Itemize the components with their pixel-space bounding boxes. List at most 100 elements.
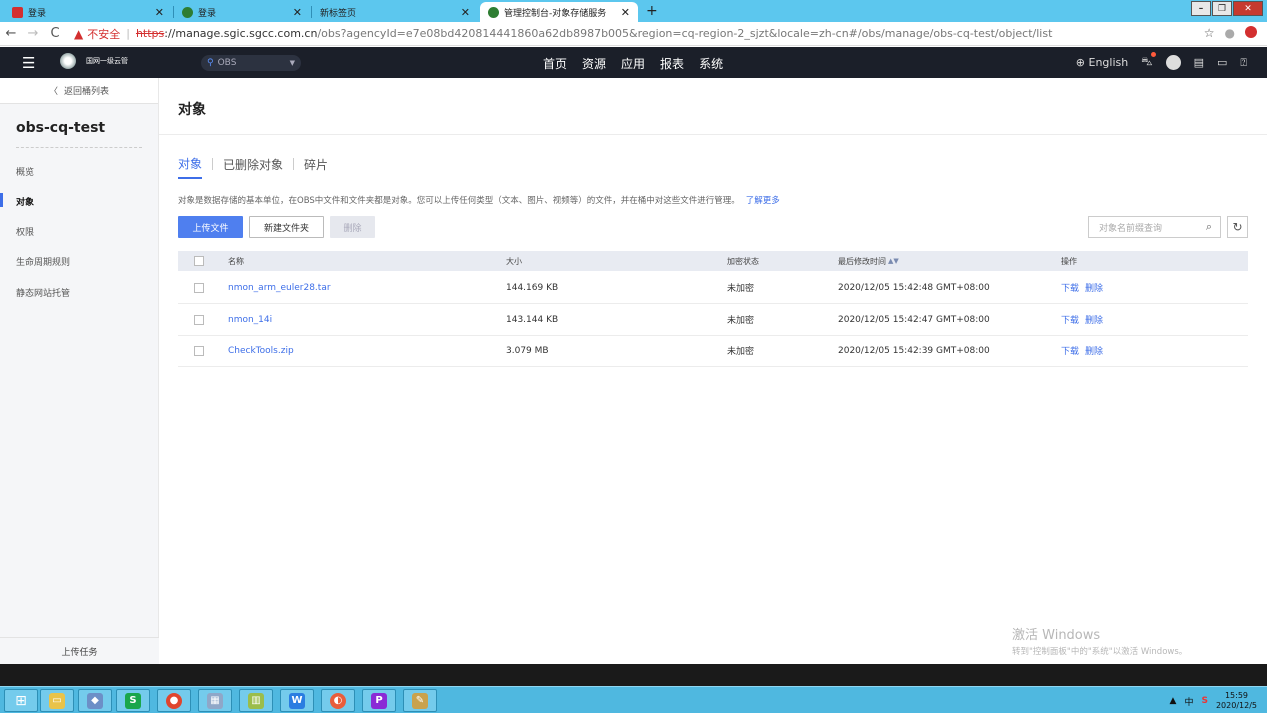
taskbar-app-2[interactable]: ◆ — [78, 689, 112, 712]
learn-more-link[interactable]: 了解更多 — [746, 196, 780, 206]
browser-tab-new[interactable]: 新标签页 ✕ — [312, 2, 478, 22]
extension-icon[interactable]: ● — [1225, 26, 1235, 40]
close-tab-icon[interactable]: ✕ — [293, 6, 302, 19]
sidebar-item-permissions[interactable]: 权限 — [16, 225, 34, 238]
search-icon[interactable]: ⌕ — [1206, 220, 1212, 234]
main-content: 对象 对象 已删除对象 碎片 对象是数据存储的基本单位，在OBS中文件和文件夹都… — [159, 78, 1267, 664]
page-title: 对象 — [178, 102, 206, 118]
browser-tab-login-1[interactable]: 登录 ✕ — [4, 2, 172, 22]
close-tab-icon[interactable]: ✕ — [621, 6, 630, 19]
taskbar-chrome[interactable]: ● — [157, 689, 191, 712]
menu-item-system[interactable]: 系统 — [699, 55, 723, 72]
globe-icon: ⊕ — [1075, 56, 1085, 69]
adblock-extension-icon[interactable] — [1245, 26, 1257, 38]
user-avatar-icon[interactable] — [1165, 55, 1181, 70]
bookmark-star-icon[interactable]: ☆ — [1204, 26, 1215, 40]
reload-icon[interactable]: C — [44, 26, 66, 41]
menu-item-home[interactable]: 首页 — [543, 55, 567, 72]
upload-task-button[interactable]: 上传任务 — [0, 637, 159, 664]
logo[interactable]: 国网一级云管 — [60, 53, 128, 69]
tab-fragments[interactable]: 碎片 — [304, 156, 328, 178]
sidebar-item-lifecycle[interactable]: 生命周期规则 — [16, 255, 70, 268]
close-tab-icon[interactable]: ✕ — [461, 6, 470, 19]
ime-indicator[interactable]: 中 — [1184, 695, 1193, 708]
menu-item-apps[interactable]: 应用 — [621, 55, 645, 72]
service-selector[interactable]: ⚲ OBS ▼ — [201, 55, 301, 71]
row-checkbox[interactable] — [194, 283, 204, 293]
sgcc-logo-icon — [60, 53, 76, 69]
windows-logo-icon: ⊞ — [15, 692, 27, 709]
sgcc-favicon-icon — [488, 6, 499, 18]
object-name-link[interactable]: CheckTools.zip — [228, 335, 294, 366]
sidebar-item-overview[interactable]: 概览 — [16, 165, 34, 178]
table-row: nmon_arm_euler28.tar 144.169 KB 未加密 2020… — [178, 272, 1248, 304]
close-window-icon[interactable]: ✕ — [1233, 1, 1263, 16]
back-to-bucket-list-link[interactable]: 〈 返回桶列表 — [0, 78, 158, 104]
object-prefix-search-input[interactable]: 对象名前缀查询 ⌕ — [1088, 216, 1221, 238]
chart-app-icon: ▥ — [248, 692, 264, 709]
new-folder-button[interactable]: 新建文件夹 — [249, 216, 324, 238]
refresh-icon: ↻ — [1232, 220, 1243, 234]
clock[interactable]: 15:59 2020/12/5 — [1216, 691, 1257, 711]
menu-item-reports[interactable]: 报表 — [660, 55, 684, 72]
taskbar-app-8[interactable]: ◐ — [321, 689, 355, 712]
tab-title: 登录 — [28, 8, 47, 19]
tab-deleted-objects[interactable]: 已删除对象 — [223, 156, 283, 178]
taskbar-search-app[interactable]: P — [362, 689, 396, 712]
chevron-left-icon: 〈 — [48, 87, 58, 97]
delete-link[interactable]: 删除 — [1085, 281, 1103, 294]
row-checkbox[interactable] — [194, 346, 204, 356]
delete-link[interactable]: 删除 — [1085, 344, 1103, 357]
taskbar-paint[interactable]: ✎ — [403, 689, 437, 712]
download-link[interactable]: 下载 — [1061, 313, 1079, 326]
tab-objects[interactable]: 对象 — [178, 155, 203, 179]
taskbar-app-6[interactable]: ▥ — [239, 689, 273, 712]
refresh-button[interactable]: ↻ — [1227, 216, 1248, 238]
folder-icon: ▭ — [49, 692, 65, 709]
window-controls: – ❐ ✕ — [1190, 1, 1263, 16]
back-arrow-icon[interactable]: ← — [0, 26, 22, 41]
upload-file-button[interactable]: 上传文件 — [178, 216, 243, 238]
sidebar-item-static-website[interactable]: 静态网站托管 — [16, 286, 70, 299]
help-icon[interactable]: ⍰ — [1240, 56, 1247, 70]
delete-link[interactable]: 删除 — [1085, 313, 1103, 326]
row-checkbox[interactable] — [194, 315, 204, 325]
spreadsheet-icon: S — [125, 692, 141, 709]
taskbar-explorer[interactable]: ▭ — [40, 689, 74, 712]
start-button[interactable]: ⊞ — [4, 689, 38, 712]
sogou-icon[interactable]: S — [1201, 696, 1207, 706]
security-warning[interactable]: ▲ 不安全 | — [74, 26, 130, 42]
browser-tab-strip: 登录 ✕ 登录 ✕ 新标签页 ✕ 管理控制台-对象存储服务 ✕ + – ❐ ✕ — [0, 0, 1267, 22]
minimize-icon[interactable]: – — [1191, 1, 1211, 16]
app-icon: ▦ — [207, 692, 223, 709]
tab-title: 管理控制台-对象存储服务 — [504, 8, 607, 19]
chevron-down-icon: ▼ — [289, 59, 295, 67]
download-link[interactable]: 下载 — [1061, 281, 1079, 294]
select-all-checkbox[interactable] — [194, 256, 204, 266]
restore-icon[interactable]: ❐ — [1212, 1, 1232, 16]
taskbar-wps-sheet[interactable]: S — [116, 689, 150, 712]
sort-by-modified[interactable]: 最后修改时间 ▲▼ — [838, 251, 899, 271]
tray-expand-icon[interactable]: ▲ — [1170, 696, 1177, 706]
new-tab-icon[interactable]: + — [646, 3, 658, 19]
object-name-link[interactable]: nmon_arm_euler28.tar — [228, 272, 331, 303]
table-header: 名称 大小 加密状态 最后修改时间 ▲▼ 操作 — [178, 251, 1248, 271]
browser-tab-login-2[interactable]: 登录 ✕ — [174, 2, 310, 22]
object-name-link[interactable]: nmon_14i — [228, 304, 272, 335]
forward-arrow-icon[interactable]: → — [22, 26, 44, 41]
hamburger-menu-icon[interactable]: ☰ — [22, 54, 35, 72]
messages-icon[interactable]: ▭ — [1217, 56, 1227, 69]
taskbar-app-5[interactable]: ▦ — [198, 689, 232, 712]
url-input[interactable]: https://manage.sgic.sgcc.com.cn/obs?agen… — [136, 27, 1052, 40]
language-switch[interactable]: ⊕ English — [1076, 56, 1128, 69]
orders-icon[interactable]: ▤ — [1194, 56, 1204, 69]
object-tabs: 对象 已删除对象 碎片 — [178, 155, 328, 179]
cart-icon[interactable]: ⛍ — [1141, 52, 1156, 70]
windows-activation-watermark: 激活 Windows 转到"控制面板"中的"系统"以激活 Windows。 — [1012, 628, 1188, 657]
close-tab-icon[interactable]: ✕ — [155, 6, 164, 19]
browser-tab-obs-console[interactable]: 管理控制台-对象存储服务 ✕ — [480, 2, 638, 22]
menu-item-resources[interactable]: 资源 — [582, 55, 606, 72]
sidebar-item-objects[interactable]: 对象 — [0, 193, 34, 208]
taskbar-wps-writer[interactable]: W — [280, 689, 314, 712]
download-link[interactable]: 下载 — [1061, 344, 1079, 357]
